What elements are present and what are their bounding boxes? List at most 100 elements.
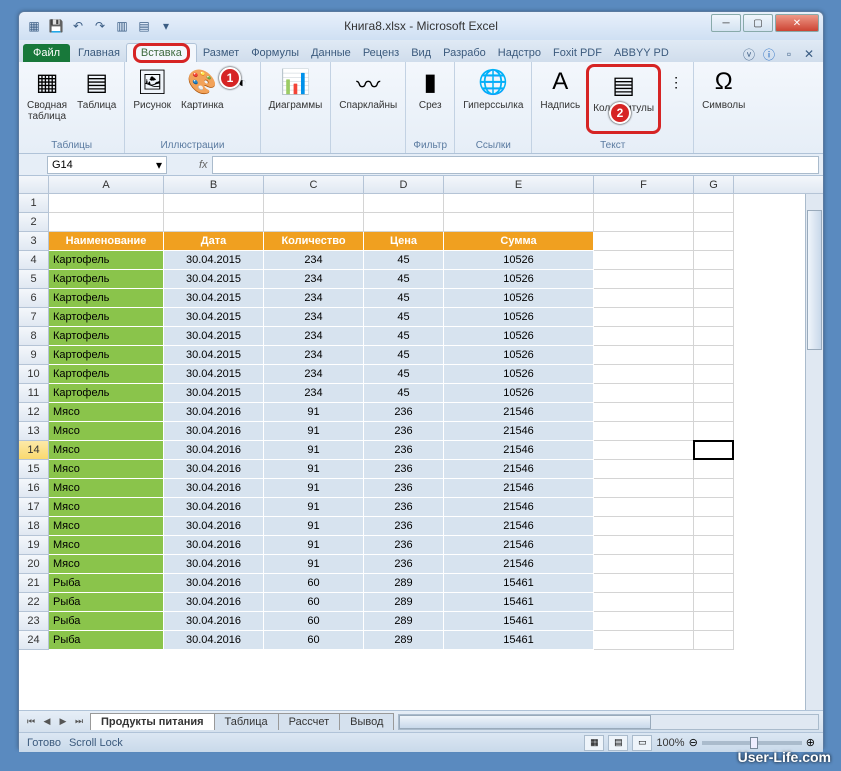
cell[interactable]: 91 (264, 422, 364, 441)
row-header[interactable]: 11 (19, 384, 49, 403)
tab-layout[interactable]: Размет (197, 44, 245, 62)
cell[interactable] (594, 327, 694, 346)
row-header[interactable]: 2 (19, 213, 49, 232)
cell[interactable]: 60 (264, 593, 364, 612)
zoom-in-icon[interactable]: ⊕ (806, 736, 815, 749)
cell[interactable] (694, 593, 734, 612)
cell[interactable]: 45 (364, 289, 444, 308)
next-sheet-icon[interactable]: ▶ (55, 714, 71, 730)
row-header[interactable]: 6 (19, 289, 49, 308)
zoom-out-icon[interactable]: ⊖ (689, 736, 698, 749)
cell[interactable]: 30.04.2016 (164, 631, 264, 650)
redo-icon[interactable]: ↷ (91, 17, 109, 35)
table-header-cell[interactable]: Наименование (49, 232, 164, 251)
tab-addins[interactable]: Надстро (492, 44, 547, 62)
cell[interactable] (164, 194, 264, 213)
cell[interactable]: Картофель (49, 270, 164, 289)
cell[interactable]: 236 (364, 422, 444, 441)
qat-icon[interactable]: ▥ (113, 17, 131, 35)
cell[interactable]: 289 (364, 631, 444, 650)
row-header[interactable]: 17 (19, 498, 49, 517)
row-header[interactable]: 4 (19, 251, 49, 270)
cell[interactable] (694, 441, 734, 460)
dropdown-icon[interactable]: ▾ (156, 159, 162, 171)
prev-sheet-icon[interactable]: ◀ (39, 714, 55, 730)
cell[interactable]: 236 (364, 498, 444, 517)
picture-button[interactable]: 🖼Рисунок (129, 64, 175, 134)
save-icon[interactable]: 💾 (47, 17, 65, 35)
spreadsheet-grid[interactable]: ABCDEFG 123НаименованиеДатаКоличествоЦен… (19, 176, 823, 710)
horizontal-scrollbar[interactable] (398, 714, 819, 730)
cell[interactable]: 10526 (444, 289, 594, 308)
row-header[interactable]: 23 (19, 612, 49, 631)
cell[interactable] (694, 631, 734, 650)
minimize-ribbon-icon[interactable]: ⓥ (741, 46, 757, 62)
cell[interactable] (694, 536, 734, 555)
cell[interactable]: 21546 (444, 498, 594, 517)
cell[interactable]: 30.04.2016 (164, 403, 264, 422)
cell[interactable]: Рыба (49, 593, 164, 612)
tab-foxit[interactable]: Foxit PDF (547, 44, 608, 62)
cell[interactable]: Картофель (49, 289, 164, 308)
sheet-tab-calc[interactable]: Рассчет (278, 713, 341, 730)
cell[interactable] (594, 270, 694, 289)
cell[interactable]: 30.04.2015 (164, 365, 264, 384)
cell[interactable]: 234 (264, 327, 364, 346)
cell[interactable] (694, 289, 734, 308)
cell[interactable] (694, 270, 734, 289)
cell[interactable] (594, 593, 694, 612)
cell[interactable] (594, 308, 694, 327)
cell[interactable]: 234 (264, 308, 364, 327)
cell[interactable] (694, 612, 734, 631)
cell[interactable] (594, 479, 694, 498)
help-icon[interactable]: ⓘ (761, 46, 777, 62)
cell[interactable] (594, 365, 694, 384)
cell[interactable]: Картофель (49, 346, 164, 365)
sheet-tab-output[interactable]: Вывод (339, 713, 394, 730)
cell[interactable]: Мясо (49, 517, 164, 536)
cell[interactable] (694, 327, 734, 346)
cell[interactable]: Картофель (49, 365, 164, 384)
cell[interactable] (694, 232, 734, 251)
slicer-button[interactable]: ▮Срез (410, 64, 450, 134)
tab-data[interactable]: Данные (305, 44, 357, 62)
cell[interactable]: 15461 (444, 612, 594, 631)
close-button[interactable]: ✕ (775, 14, 819, 32)
row-header[interactable]: 14 (19, 441, 49, 460)
text-dropdown[interactable]: ⋮ (663, 64, 689, 134)
cell[interactable] (444, 213, 594, 232)
column-header[interactable]: E (444, 176, 594, 193)
qat-dropdown-icon[interactable]: ▾ (157, 17, 175, 35)
view-pagebreak-icon[interactable]: ▭ (632, 735, 652, 751)
cell[interactable] (594, 555, 694, 574)
cell[interactable]: 91 (264, 555, 364, 574)
cell[interactable]: Мясо (49, 498, 164, 517)
cell[interactable] (694, 479, 734, 498)
cell[interactable]: Рыба (49, 574, 164, 593)
cell[interactable]: 236 (364, 517, 444, 536)
cell[interactable]: Мясо (49, 479, 164, 498)
zoom-slider[interactable] (702, 741, 802, 745)
cell[interactable]: 45 (364, 308, 444, 327)
cell[interactable]: 236 (364, 536, 444, 555)
sheet-tab-table[interactable]: Таблица (214, 713, 279, 730)
cell[interactable] (594, 498, 694, 517)
window-close-icon[interactable]: ✕ (801, 46, 817, 62)
cell[interactable] (49, 194, 164, 213)
cell[interactable]: 30.04.2015 (164, 327, 264, 346)
cell[interactable]: 30.04.2015 (164, 270, 264, 289)
cell[interactable]: 10526 (444, 270, 594, 289)
tab-abbyy[interactable]: ABBYY PD (608, 44, 675, 62)
cell[interactable]: Мясо (49, 555, 164, 574)
cell[interactable]: 30.04.2016 (164, 517, 264, 536)
cell[interactable]: 91 (264, 498, 364, 517)
cell[interactable]: 45 (364, 365, 444, 384)
cell[interactable] (594, 213, 694, 232)
cell[interactable]: 45 (364, 327, 444, 346)
table-header-cell[interactable]: Сумма (444, 232, 594, 251)
cell[interactable]: 234 (264, 384, 364, 403)
cell[interactable] (694, 346, 734, 365)
cell[interactable] (444, 194, 594, 213)
cell[interactable]: 30.04.2015 (164, 251, 264, 270)
header-footer-button[interactable]: ▤Колонтитулы (586, 64, 661, 134)
